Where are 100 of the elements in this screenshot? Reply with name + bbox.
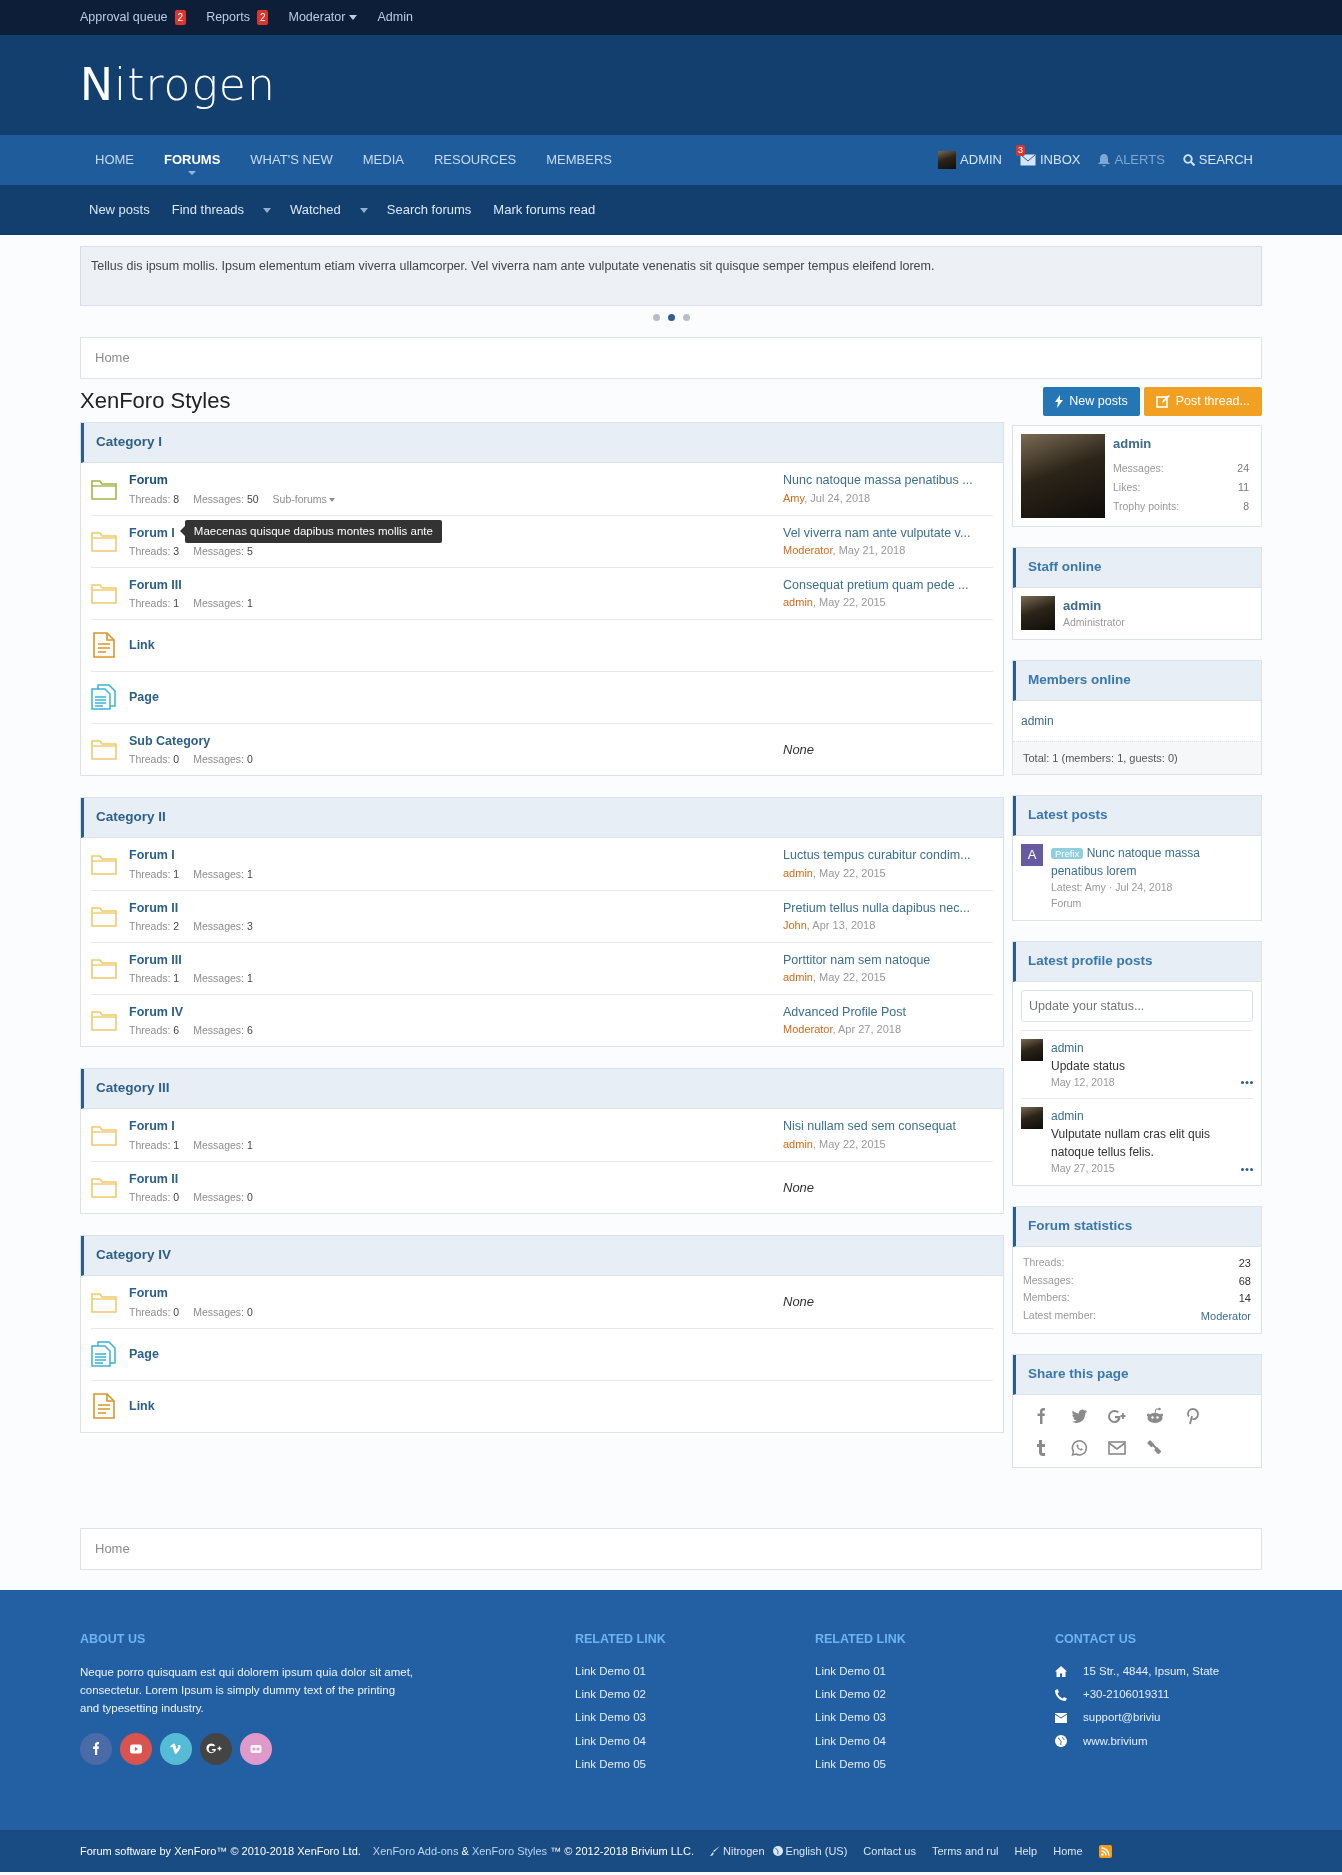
more-icon[interactable]: [1241, 1080, 1253, 1084]
footer-link[interactable]: Link Demo 05: [575, 1755, 815, 1773]
vimeo-icon[interactable]: [160, 1732, 192, 1765]
subnav-link[interactable]: Mark forums read: [484, 200, 605, 220]
forum-link[interactable]: Forum II: [129, 1169, 179, 1189]
username-link[interactable]: admin: [1113, 433, 1249, 454]
footer-link[interactable]: Link Demo 03: [815, 1709, 1055, 1727]
user-link[interactable]: admin: [783, 596, 813, 609]
nav-tab[interactable]: FORUMS: [149, 135, 236, 185]
credits-link[interactable]: XenForo Add-ons: [372, 1844, 459, 1857]
footer-link[interactable]: Link Demo 05: [815, 1755, 1055, 1773]
category-header[interactable]: Category I: [81, 422, 1003, 463]
new-posts-button[interactable]: New posts: [1043, 387, 1140, 416]
user-link[interactable]: Moderator: [783, 544, 833, 557]
breadcrumb-link[interactable]: Home: [95, 1539, 130, 1559]
facebook-icon[interactable]: [80, 1732, 112, 1765]
forum-link[interactable]: Sub Category: [129, 731, 211, 751]
forum-link[interactable]: Forum I: [129, 846, 175, 865]
username-link[interactable]: admin: [1021, 714, 1054, 728]
footer-link[interactable]: Link Demo 04: [815, 1732, 1055, 1750]
category-header[interactable]: Category IV: [81, 1235, 1003, 1276]
slide-dot[interactable]: [667, 314, 675, 321]
forum-link[interactable]: Forum I: [129, 523, 175, 543]
caret-icon[interactable]: [359, 207, 368, 213]
envelope-icon[interactable]: [1107, 1439, 1127, 1457]
footer-link[interactable]: Link Demo 02: [815, 1686, 1055, 1704]
user-link[interactable]: Moderator: [783, 1023, 833, 1036]
slide-dot[interactable]: [682, 314, 690, 321]
last-post-link[interactable]: Vel viverra nam ante vulputate v...: [783, 523, 993, 543]
footer-link[interactable]: Home: [1053, 1842, 1083, 1860]
rss-icon[interactable]: [1098, 1844, 1112, 1858]
last-post-link[interactable]: Nunc natoque massa penatibus ...: [783, 471, 993, 490]
nav-tab[interactable]: MEDIA: [347, 135, 419, 185]
forum-link[interactable]: Link: [129, 636, 155, 656]
caret-icon[interactable]: [262, 207, 271, 213]
forum-link[interactable]: Forum: [129, 1284, 168, 1303]
nav-tab[interactable]: WHAT'S NEW: [235, 135, 348, 185]
user-link[interactable]: John: [783, 919, 807, 932]
top-link[interactable]: Approval queue 2: [80, 8, 187, 27]
subnav-link[interactable]: Watched: [280, 200, 350, 220]
last-post-link[interactable]: Porttitor nam sem natoque: [783, 950, 993, 970]
slide-dot[interactable]: [652, 314, 660, 321]
forum-link[interactable]: Forum III: [129, 575, 182, 595]
user-link[interactable]: admin: [783, 971, 813, 984]
nav-tab[interactable]: RESOURCES: [418, 135, 532, 185]
username-link[interactable]: admin: [1051, 1107, 1253, 1126]
forum-link[interactable]: Page: [129, 1345, 159, 1365]
footer-link[interactable]: Link Demo 03: [575, 1709, 815, 1727]
category-header[interactable]: Category III: [81, 1068, 1003, 1109]
forum-link[interactable]: Page: [129, 688, 159, 708]
youtube-icon[interactable]: [120, 1732, 152, 1765]
top-link[interactable]: Admin: [377, 8, 413, 27]
forum-link[interactable]: Link: [129, 1397, 155, 1417]
footer-link[interactable]: Link Demo 01: [575, 1662, 815, 1680]
user-link[interactable]: admin: [783, 1137, 813, 1150]
subnav-link[interactable]: Search forums: [377, 200, 481, 220]
status-field[interactable]: Update your status...: [1021, 989, 1253, 1022]
reddit-icon[interactable]: [1145, 1407, 1165, 1425]
category-header[interactable]: Category II: [81, 797, 1003, 838]
user-link[interactable]: admin: [783, 866, 813, 879]
footer-link[interactable]: Help: [1014, 1842, 1038, 1860]
forum-link[interactable]: Forum: [129, 471, 168, 490]
footer-link[interactable]: Link Demo 04: [575, 1732, 815, 1750]
subnav-link[interactable]: New posts: [80, 200, 159, 220]
nav-tab[interactable]: MEMBERS: [531, 135, 627, 185]
speech-bubble-icon[interactable]: [1069, 1439, 1089, 1457]
forum-link[interactable]: Forum I: [129, 1117, 175, 1136]
thread-link[interactable]: Prefix Nunc natoque massa penatibus lorem: [1051, 844, 1253, 880]
forum-link[interactable]: Forum IV: [129, 1002, 184, 1022]
footer-link[interactable]: Link Demo 01: [815, 1662, 1055, 1680]
top-link[interactable]: Reports 2: [206, 8, 269, 27]
user-nav-link[interactable]: SEARCH: [1173, 135, 1262, 185]
credits-link[interactable]: XenForo Styles: [471, 1844, 548, 1857]
breadcrumb-link[interactable]: Home: [95, 348, 130, 368]
forum-link[interactable]: Forum II: [129, 898, 179, 918]
language-link[interactable]: English (US): [772, 1842, 848, 1860]
last-post-link[interactable]: Nisi nullam sed sem consequat: [783, 1117, 993, 1136]
footer-link[interactable]: Terms and rul: [931, 1842, 999, 1860]
last-post-link[interactable]: Luctus tempus curabitur condim...: [783, 846, 993, 865]
last-post-link[interactable]: Pretium tellus nulla dapibus nec...: [783, 898, 993, 918]
username-link[interactable]: admin: [1063, 595, 1125, 616]
top-link[interactable]: Moderator: [288, 8, 358, 27]
google-plus-icon[interactable]: [200, 1732, 232, 1765]
flickr-icon[interactable]: [240, 1732, 272, 1765]
forum-link[interactable]: Forum III: [129, 950, 182, 970]
footer-link[interactable]: Link Demo 02: [575, 1686, 815, 1704]
user-link[interactable]: Moderator: [1200, 1307, 1251, 1324]
site-logo[interactable]: N itrogen: [80, 52, 276, 118]
username-link[interactable]: admin: [1051, 1038, 1253, 1057]
style-chooser-link[interactable]: Nitrogen: [710, 1842, 765, 1860]
subforums-link[interactable]: Sub-forums: [272, 491, 335, 508]
last-post-link[interactable]: Advanced Profile Post: [783, 1002, 993, 1022]
user-nav-link[interactable]: ADMIN: [929, 135, 1011, 185]
more-icon[interactable]: [1241, 1167, 1253, 1171]
subnav-link[interactable]: Find threads: [162, 200, 253, 220]
user-nav-link[interactable]: 3 INBOX: [1011, 135, 1090, 185]
footer-link[interactable]: Contact us: [863, 1842, 916, 1860]
twitter-icon[interactable]: [1069, 1407, 1089, 1425]
nav-tab[interactable]: HOME: [80, 135, 149, 185]
last-post-link[interactable]: Consequat pretium quam pede ...: [783, 575, 993, 595]
